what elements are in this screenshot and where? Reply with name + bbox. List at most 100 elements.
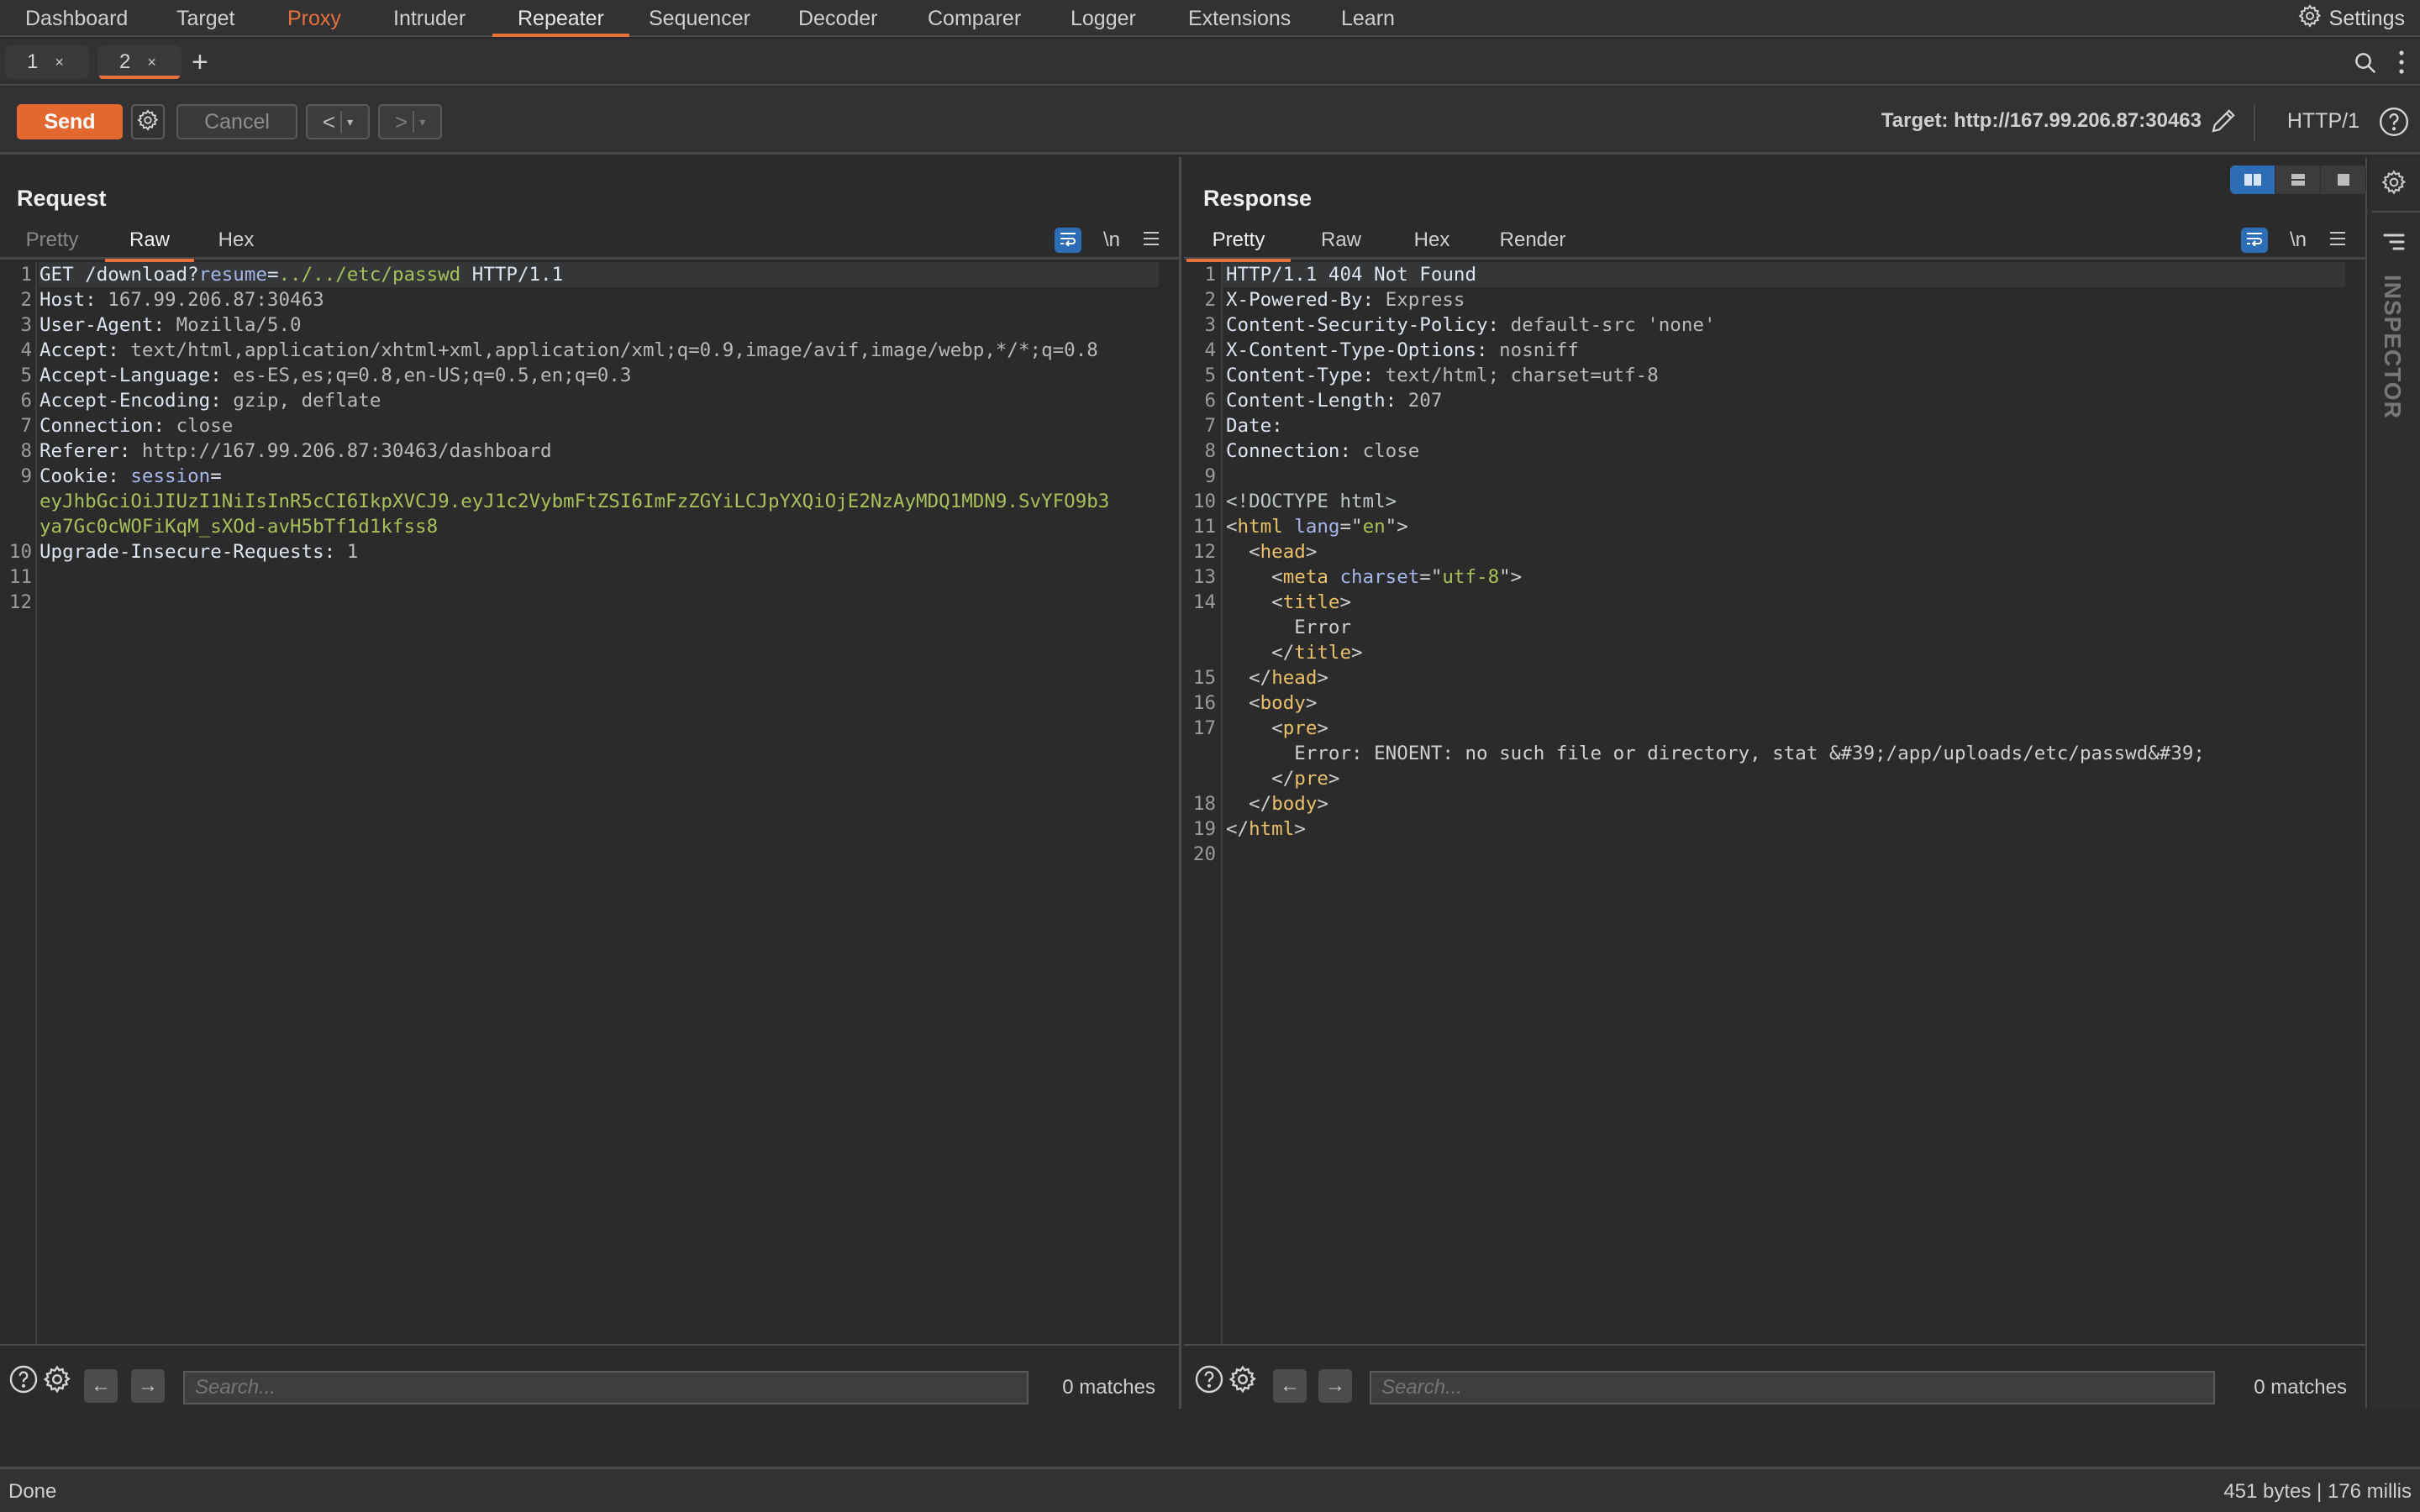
gear-icon[interactable] [42, 1364, 72, 1399]
tab-pretty[interactable]: Pretty [15, 224, 89, 260]
line-number: 2 [1204, 289, 1216, 311]
edit-target-icon[interactable] [2208, 106, 2238, 140]
line-content: User-Agent: Mozilla/5.0 [39, 312, 302, 338]
code-line: 16 <body> [1184, 690, 2365, 716]
nav-tab-intruder[interactable]: Intruder [368, 0, 491, 37]
token: < [1226, 692, 1260, 714]
help-icon[interactable] [1194, 1364, 1224, 1399]
divider [340, 111, 343, 133]
back-button[interactable]: < ▾ [306, 104, 370, 139]
request-search-input[interactable] [183, 1371, 1028, 1404]
code-line: 4 Accept: text/html,application/xhtml+xml… [0, 338, 1179, 363]
tab-raw[interactable]: Raw [105, 224, 194, 262]
line-number: 14 [1192, 591, 1216, 613]
token: Mozilla/5.0 [176, 314, 302, 336]
help-icon[interactable] [2378, 106, 2410, 142]
word-wrap-toggle[interactable] [2240, 228, 2268, 253]
nav-tab-extensions[interactable]: Extensions [1163, 0, 1316, 37]
dropdown-icon[interactable]: ▾ [347, 115, 353, 129]
nav-tab-decoder[interactable]: Decoder [773, 0, 903, 37]
tab-label: 2 [119, 50, 131, 73]
inspector-label[interactable]: INSPECTOR [2379, 275, 2406, 419]
code-line: 3 User-Agent: Mozilla/5.0 [0, 312, 1179, 338]
nav-tab-repeater[interactable]: Repeater [492, 0, 629, 37]
search-icon[interactable] [2353, 50, 2378, 80]
line-content: ya7Gc0cWOFiKqM_sXOd-avH5bTf1d1kfss8 [39, 514, 438, 539]
next-match-button[interactable]: → [131, 1369, 165, 1403]
line-number: 10 [1192, 491, 1216, 512]
http-version-toggle[interactable]: HTTP/1 [2287, 87, 2360, 155]
token: = [210, 465, 222, 487]
line-content: Accept-Encoding: gzip, deflate [39, 388, 381, 413]
tab-raw[interactable]: Raw [1312, 224, 1370, 260]
nav-tab-target[interactable]: Target [151, 0, 260, 37]
filter-icon[interactable] [2382, 233, 2406, 255]
nav-tab-sequencer[interactable]: Sequencer [623, 0, 776, 37]
gear-icon[interactable] [1228, 1364, 1258, 1399]
token: utf-8 [1442, 566, 1500, 588]
previous-match-button[interactable]: ← [84, 1369, 118, 1403]
tab-render[interactable]: Render [1486, 224, 1579, 260]
request-editor[interactable]: 1 GET /download?resume=../../etc/passwd H… [0, 262, 1179, 1344]
show-newlines-toggle[interactable]: \n [1103, 228, 1120, 252]
menu-icon[interactable] [2328, 230, 2347, 251]
nav-tab-dashboard[interactable]: Dashboard [0, 0, 153, 37]
add-tab-button[interactable]: + [192, 47, 208, 77]
line-content: Connection: close [1226, 438, 1419, 464]
token: html [1237, 516, 1283, 538]
send-options-button[interactable] [131, 104, 165, 139]
line-number: 8 [1204, 440, 1216, 462]
token: Express [1385, 289, 1465, 311]
token: Content-Length: [1226, 390, 1408, 412]
nav-tab-logger[interactable]: Logger [1045, 0, 1161, 37]
token: title [1294, 642, 1352, 664]
line-content: <pre> [1226, 716, 1328, 741]
previous-match-button[interactable]: ← [1273, 1369, 1307, 1403]
nav-tab-learn[interactable]: Learn [1316, 0, 1420, 37]
line-number: 1 [20, 264, 32, 286]
token: =" [1419, 566, 1443, 588]
tab-hex[interactable]: Hex [210, 224, 262, 260]
token: "> [1499, 566, 1523, 588]
gear-icon[interactable] [2381, 169, 2407, 200]
line-content: <head> [1226, 539, 1317, 564]
word-wrap-toggle[interactable] [1054, 228, 1081, 253]
tab-pretty[interactable]: Pretty [1186, 224, 1291, 262]
code-line: 15 </head> [1184, 665, 2365, 690]
settings-button[interactable]: Settings [2297, 0, 2405, 37]
layout-tabbed-button[interactable] [2321, 165, 2366, 194]
code-line: 3 Content-Security-Policy: default-src 'n… [1184, 312, 2365, 338]
send-button[interactable]: Send [17, 104, 123, 139]
nav-tab-comparer[interactable]: Comparer [902, 0, 1046, 37]
next-match-button[interactable]: → [1318, 1369, 1352, 1403]
forward-button[interactable]: > ▾ [378, 104, 442, 139]
nav-tab-proxy[interactable]: Proxy [262, 0, 366, 37]
line-number: 9 [1204, 465, 1216, 487]
arrow-right-icon: → [1325, 1374, 1345, 1397]
repeater-tab-1[interactable]: 1 × [5, 45, 89, 79]
close-icon[interactable]: × [55, 54, 64, 71]
response-editor[interactable]: 1 HTTP/1.1 404 Not Found 2 X-Powered-By: Ex… [1184, 262, 2365, 1344]
show-newlines-toggle[interactable]: \n [2290, 228, 2307, 252]
more-options-icon[interactable] [2398, 49, 2405, 76]
token: Connection: [39, 415, 176, 437]
dropdown-icon[interactable]: ▾ [419, 115, 425, 129]
target-label: Target: http://167.99.206.87:30463 [1881, 109, 2202, 132]
repeater-tab-2[interactable]: 2 × [97, 45, 182, 79]
cancel-button[interactable]: Cancel [176, 104, 297, 139]
response-search-input[interactable] [1370, 1371, 2215, 1404]
token: 167.99.206.87:30463 [108, 289, 324, 311]
layout-side-by-side-button[interactable] [2230, 165, 2275, 194]
line-number: 11 [1192, 516, 1216, 538]
token: X-Content-Type-Options: [1226, 339, 1500, 361]
tab-hex[interactable]: Hex [1402, 224, 1461, 260]
token: </ [1226, 818, 1249, 840]
menu-icon[interactable] [1142, 230, 1160, 251]
close-icon[interactable]: × [147, 54, 156, 71]
request-editor-tools: \n [1054, 226, 1160, 255]
code-line: 2 X-Powered-By: Express [1184, 287, 2365, 312]
line-content: X-Content-Type-Options: nosniff [1226, 338, 1579, 363]
layout-stacked-button[interactable] [2275, 165, 2321, 194]
divider [413, 111, 415, 133]
help-icon[interactable] [8, 1364, 39, 1399]
